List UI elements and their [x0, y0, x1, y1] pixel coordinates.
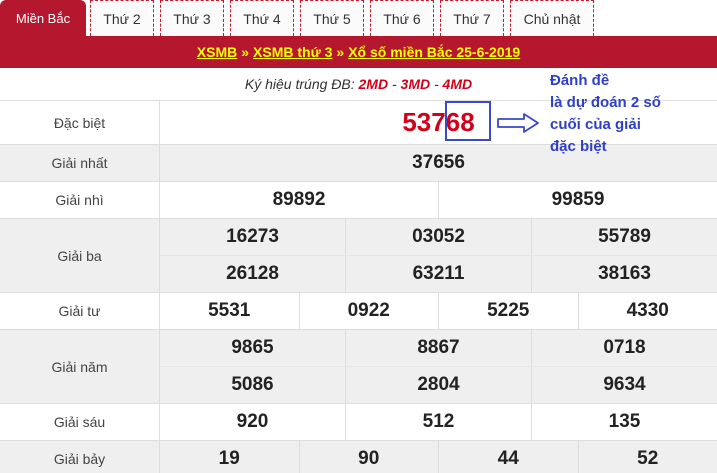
- row-giai-sau: Giải sáu 920 512 135: [0, 403, 717, 440]
- breadcrumb-sep: »: [241, 44, 250, 60]
- prize-value: 90: [298, 441, 439, 473]
- note-line: là dự đoán 2 số: [550, 94, 661, 111]
- prize-value: 63211: [345, 256, 531, 292]
- breadcrumb-sep: »: [336, 44, 345, 60]
- codes-prefix: Ký hiệu trúng ĐB:: [244, 76, 355, 92]
- tab-thu-4[interactable]: Thứ 4: [230, 0, 294, 36]
- prize-value: 2804: [345, 367, 531, 403]
- label-giai-sau: Giải sáu: [0, 404, 160, 440]
- prize-value: 16273: [226, 226, 279, 247]
- arrow-right-icon: [497, 113, 539, 133]
- prize-value: 26128: [226, 263, 279, 284]
- breadcrumb: XSMB » XSMB thứ 3 » Xổ số miền Bắc 25-6-…: [0, 36, 717, 68]
- prize-value: 0922: [298, 293, 439, 329]
- prize-value: 44: [438, 441, 578, 473]
- tab-chu-nhat[interactable]: Chủ nhật: [510, 0, 594, 36]
- prize-value: 19: [218, 448, 240, 469]
- code-2: 3MD: [400, 76, 431, 92]
- prize-value: 0718: [531, 330, 717, 366]
- prize-value: 9865: [231, 337, 274, 358]
- tab-thu-5[interactable]: Thứ 5: [300, 0, 364, 36]
- prize-value: 135: [531, 404, 717, 440]
- code-1: 2MD: [358, 76, 389, 92]
- tab-thu-3[interactable]: Thứ 3: [160, 0, 224, 36]
- row-giai-nhi: Giải nhì 89892 99859: [0, 181, 717, 218]
- highlight-box: [445, 101, 491, 141]
- annotation-note: Đánh đề là dự đoán 2 số cuối của giải đặ…: [550, 70, 710, 158]
- label-giai-nam: Giải năm: [0, 330, 160, 403]
- breadcrumb-xsmb[interactable]: XSMB: [197, 44, 237, 60]
- tab-thu-7[interactable]: Thứ 7: [440, 0, 504, 36]
- label-dac-biet: Đặc biệt: [0, 101, 160, 144]
- label-giai-ba: Giải ba: [0, 219, 160, 292]
- label-giai-nhi: Giải nhì: [0, 182, 160, 218]
- tab-thu-6[interactable]: Thứ 6: [370, 0, 434, 36]
- prize-value: 99859: [438, 182, 717, 218]
- row-giai-tu: Giải tư 5531 0922 5225 4330: [0, 292, 717, 329]
- breadcrumb-current[interactable]: Xổ số miền Bắc 25-6-2019: [348, 44, 520, 60]
- prize-value: 52: [577, 441, 717, 473]
- note-line: cuối của giải: [550, 116, 641, 133]
- code-dash: -: [430, 76, 443, 92]
- note-line: Đánh đề: [550, 72, 610, 89]
- special-prize-head: 537: [402, 107, 446, 137]
- prize-value: 03052: [345, 219, 531, 255]
- prize-value: 920: [236, 411, 269, 432]
- tab-thu-2[interactable]: Thứ 2: [90, 0, 154, 36]
- prize-value: 8867: [345, 330, 531, 366]
- row-giai-ba: Giải ba 16273 03052 55789 26128 63211 38…: [0, 218, 717, 292]
- row-giai-bay: Giải bảy 19 90 44 52: [0, 440, 717, 473]
- prize-value: 55789: [531, 219, 717, 255]
- prize-value: 38163: [531, 256, 717, 292]
- row-giai-nam: Giải năm 9865 8867 0718 5086 2804 9634: [0, 329, 717, 403]
- label-giai-bay: Giải bảy: [0, 441, 160, 473]
- prize-value: 5531: [208, 300, 251, 321]
- label-giai-tu: Giải tư: [0, 293, 160, 329]
- code-dash: -: [388, 76, 401, 92]
- code-3: 4MD: [442, 76, 473, 92]
- region-tabs: Miền Bắc Thứ 2 Thứ 3 Thứ 4 Thứ 5 Thứ 6 T…: [0, 0, 717, 36]
- note-line: đặc biệt: [550, 138, 607, 155]
- prize-value: 5225: [438, 293, 578, 329]
- prize-value: 9634: [531, 367, 717, 403]
- breadcrumb-xsmb-thu3[interactable]: XSMB thứ 3: [253, 44, 332, 60]
- prize-value: 512: [345, 404, 531, 440]
- prize-value: 89892: [272, 189, 326, 210]
- prize-value: 4330: [577, 293, 717, 329]
- tab-mien-bac[interactable]: Miền Bắc: [0, 0, 86, 36]
- label-giai-nhat: Giải nhất: [0, 145, 160, 181]
- prize-value: 5086: [231, 374, 274, 395]
